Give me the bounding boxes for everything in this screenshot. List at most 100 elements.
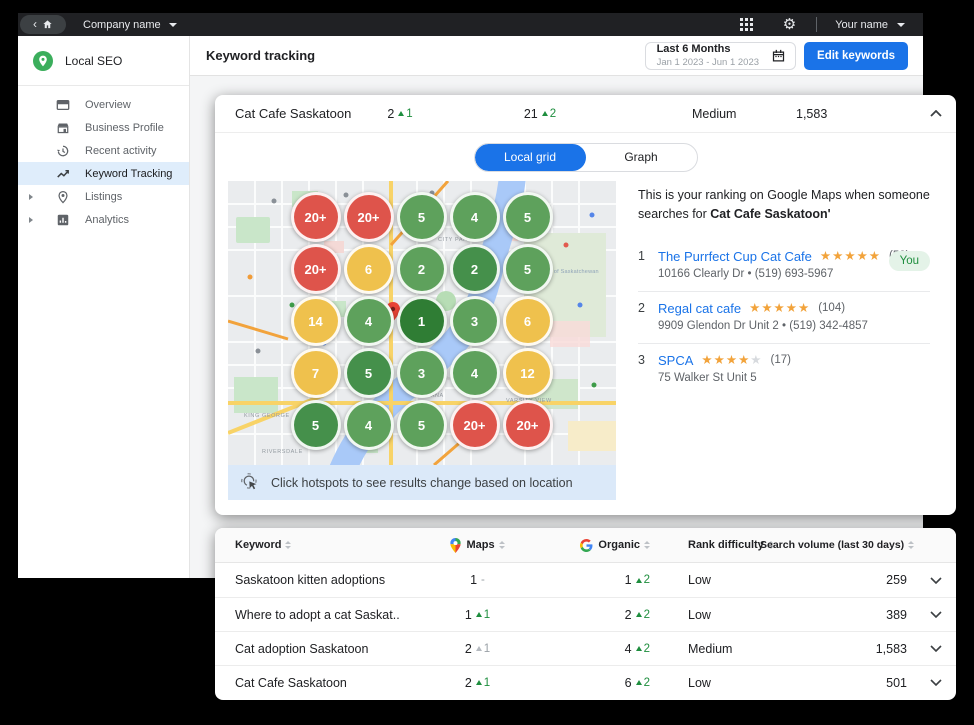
bar-chart-icon: [56, 213, 70, 227]
hotspot-r5c1[interactable]: 5: [291, 400, 341, 450]
row-volume: 501: [760, 676, 916, 690]
star-icon: ★: [701, 353, 713, 367]
row-maps-rank: 21: [420, 676, 535, 690]
hotspot-r2c1[interactable]: 20+: [291, 244, 341, 294]
column-header-keyword[interactable]: Keyword: [235, 539, 420, 551]
listing-name-link[interactable]: Regal cat cafe: [658, 301, 741, 316]
listing-rank: 1: [638, 249, 650, 263]
hotspot-r3c1[interactable]: 14: [291, 296, 341, 346]
user-dropdown[interactable]: Your name: [835, 19, 909, 31]
column-header-maps[interactable]: Maps: [420, 538, 535, 553]
company-dropdown[interactable]: Company name: [83, 19, 177, 31]
listing-item[interactable]: 1 The Purrfect Cup Cat Cafe ★★★★★ (52) Y…: [638, 240, 930, 291]
table-row[interactable]: Saskatoon kitten adoptions 1- 12 Low 259: [215, 563, 956, 597]
sort-icon[interactable]: [285, 541, 291, 549]
hotspot-r2c3[interactable]: 2: [397, 244, 447, 294]
sidebar-item-overview[interactable]: Overview: [18, 93, 189, 116]
up-arrow-icon: [636, 646, 642, 651]
table-row[interactable]: Where to adopt a cat Saskat.. 11 22 Low …: [215, 597, 956, 631]
hotspot-r1c1[interactable]: 20+: [291, 192, 341, 242]
expand-arrow-icon[interactable]: [29, 217, 33, 223]
column-header-organic[interactable]: Organic: [535, 539, 650, 552]
hotspot-r5c3[interactable]: 5: [397, 400, 447, 450]
sort-icon[interactable]: [908, 541, 914, 549]
hotspot-r2c2[interactable]: 6: [344, 244, 394, 294]
settings-gear-icon[interactable]: ⚙: [783, 17, 796, 32]
hotspot-r4c5[interactable]: 12: [503, 348, 553, 398]
hotspot-r2c4[interactable]: 2: [450, 244, 500, 294]
listing-address: 75 Walker St Unit 5: [658, 372, 930, 384]
maps-change: 1: [476, 643, 490, 655]
row-expand-chevron[interactable]: [916, 679, 956, 686]
company-name: Company name: [83, 19, 161, 31]
star-rating: ★★★★★: [820, 250, 881, 263]
sidebar-nav: Overview Business Profile Recent activit…: [18, 93, 189, 231]
table-row[interactable]: Cat adoption Saskatoon 21 42 Medium 1,58…: [215, 631, 956, 665]
sidebar-item-keyword-tracking[interactable]: Keyword Tracking: [18, 162, 189, 185]
row-expand-chevron[interactable]: [916, 611, 956, 618]
table-row[interactable]: Cat Cafe Saskatoon 21 62 Low 501: [215, 665, 956, 699]
edit-keywords-button[interactable]: Edit keywords: [804, 42, 908, 70]
home-button[interactable]: ‹: [20, 15, 66, 34]
hotspot-r1c4[interactable]: 4: [450, 192, 500, 242]
hotspot-r5c5[interactable]: 20+: [503, 400, 553, 450]
column-header-rank-difficulty[interactable]: Rank difficulty: [650, 539, 760, 551]
up-arrow-icon: [542, 111, 548, 116]
listing-name-link[interactable]: SPCA: [658, 353, 693, 368]
listing-item[interactable]: 3 SPCA ★★★★★ (17) 75 Walker St Unit 5: [638, 343, 930, 395]
row-keyword: Saskatoon kitten adoptions: [235, 573, 420, 587]
keyword-summary-row[interactable]: Cat Cafe Saskatoon 2 1 21 2 Medium 1,583: [215, 95, 956, 133]
sort-icon[interactable]: [499, 541, 505, 549]
hotspot-grid: 20+20+54520+622514413675341254520+20+: [289, 191, 554, 451]
ranking-intro: This is your ranking on Google Maps when…: [638, 186, 930, 224]
star-icon: ★: [714, 353, 726, 367]
calendar-icon: [771, 48, 786, 63]
hotspot-r4c3[interactable]: 3: [397, 348, 447, 398]
listing-item[interactable]: 2 Regal cat cafe ★★★★★ (104) 9909 Glendo…: [638, 291, 930, 343]
back-icon[interactable]: ‹: [33, 18, 37, 30]
sidebar-item-analytics[interactable]: Analytics: [18, 208, 189, 231]
hotspot-r2c5[interactable]: 5: [503, 244, 553, 294]
row-expand-chevron[interactable]: [916, 577, 956, 584]
hotspot-r5c2[interactable]: 4: [344, 400, 394, 450]
hotspot-r3c4[interactable]: 3: [450, 296, 500, 346]
banner-text: Click hotspots to see results change bas…: [271, 476, 573, 490]
maps-rank-change: 1: [398, 108, 412, 120]
hotspot-r5c4[interactable]: 20+: [450, 400, 500, 450]
view-tabs: Local grid Graph: [215, 133, 956, 181]
hotspot-r4c2[interactable]: 5: [344, 348, 394, 398]
hotspot-r3c3[interactable]: 1: [397, 296, 447, 346]
row-expand-chevron[interactable]: [916, 645, 956, 652]
keywords-table-card: Keyword Maps: [215, 528, 956, 700]
hotspot-r1c3[interactable]: 5: [397, 192, 447, 242]
up-arrow-icon: [476, 646, 482, 651]
expand-arrow-icon[interactable]: [29, 194, 33, 200]
apps-grid-icon[interactable]: [740, 18, 753, 31]
local-grid-map[interactable]: CITY PARK University of Saskatchewan VAR…: [228, 181, 616, 465]
hotspot-r4c4[interactable]: 4: [450, 348, 500, 398]
hotspot-r3c5[interactable]: 6: [503, 296, 553, 346]
hotspot-r4c1[interactable]: 7: [291, 348, 341, 398]
review-count: (104): [818, 302, 845, 314]
hotspot-r1c2[interactable]: 20+: [344, 192, 394, 242]
sidebar-brand: Local SEO: [18, 36, 189, 86]
sidebar-item-listings[interactable]: Listings: [18, 185, 189, 208]
star-icon: ★: [750, 353, 762, 367]
up-arrow-icon: [476, 612, 482, 617]
hotspot-r1c5[interactable]: 5: [503, 192, 553, 242]
row-maps-rank: 11: [420, 608, 535, 622]
tab-local-grid[interactable]: Local grid: [475, 144, 586, 171]
sidebar-item-business-profile[interactable]: Business Profile: [18, 116, 189, 139]
date-range-label: Last 6 Months: [657, 43, 759, 57]
date-range-picker[interactable]: Last 6 Months Jan 1 2023 - Jun 1 2023: [645, 42, 796, 70]
listing-address: 10166 Clearly Dr • (519) 693-5967: [658, 268, 930, 280]
maps-change: -: [481, 574, 485, 586]
column-header-search-volume[interactable]: Search volume (last 30 days): [760, 539, 923, 551]
collapse-chevron-icon[interactable]: [916, 110, 956, 117]
listing-name-link[interactable]: The Purrfect Cup Cat Cafe: [658, 249, 812, 264]
maps-rank-metric: 2 1: [345, 107, 455, 121]
sidebar-item-recent-activity[interactable]: Recent activity: [18, 139, 189, 162]
hotspot-r3c2[interactable]: 4: [344, 296, 394, 346]
tab-graph[interactable]: Graph: [586, 144, 697, 171]
row-keyword: Where to adopt a cat Saskat..: [235, 608, 420, 622]
